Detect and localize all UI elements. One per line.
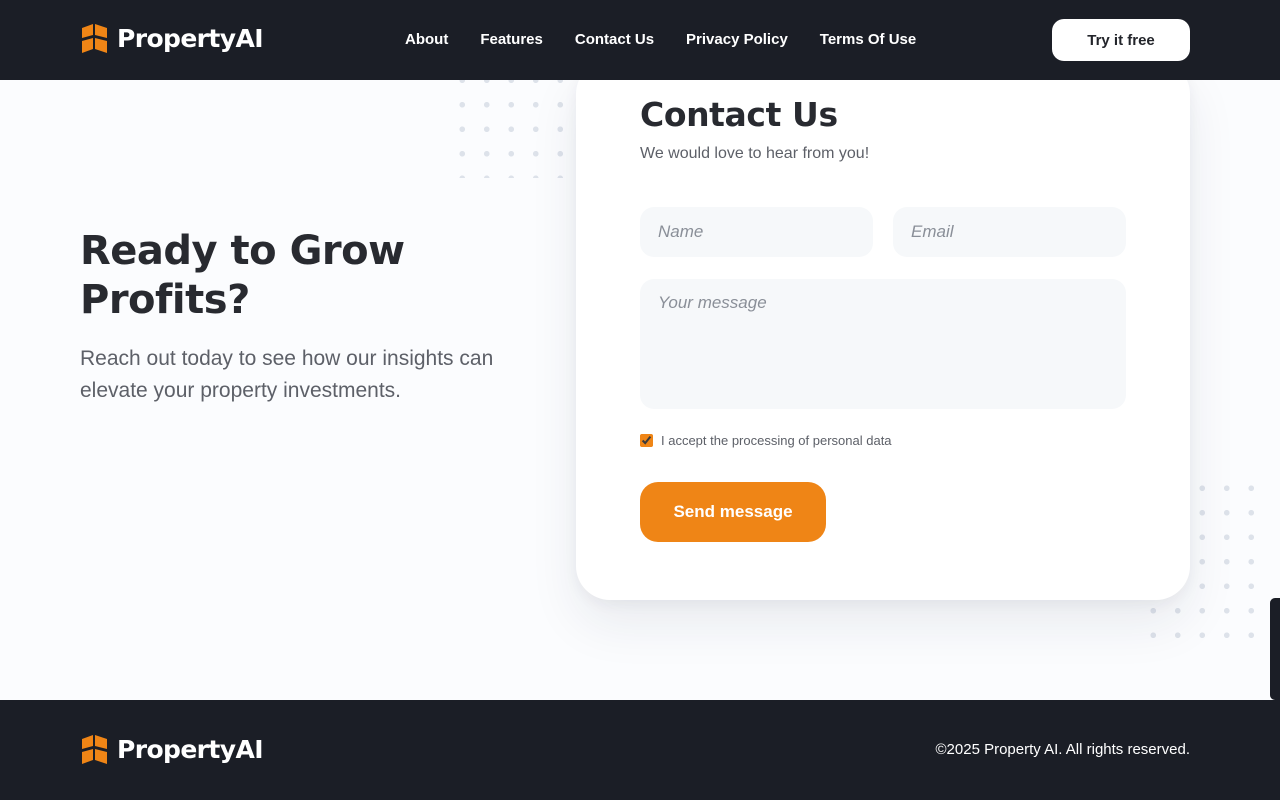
- nav-about[interactable]: About: [405, 31, 448, 48]
- logo-icon: [82, 735, 107, 764]
- consent-label: I accept the processing of personal data: [661, 433, 892, 448]
- consent-row[interactable]: I accept the processing of personal data: [640, 433, 892, 448]
- nav-contact-us[interactable]: Contact Us: [575, 31, 654, 48]
- nav-terms-of-use[interactable]: Terms Of Use: [820, 31, 916, 48]
- hero-title: Ready to Grow Profits?: [80, 228, 405, 323]
- header-logo[interactable]: PropertyAI: [82, 24, 264, 53]
- footer-logo[interactable]: PropertyAI: [82, 735, 264, 764]
- name-input[interactable]: [640, 207, 873, 257]
- message-textarea[interactable]: [640, 279, 1126, 409]
- contact-subtitle: We would love to hear from you!: [640, 145, 870, 162]
- dot-pattern-top: [450, 80, 572, 178]
- nav-privacy-policy[interactable]: Privacy Policy: [686, 31, 788, 48]
- footer-logo-text: PropertyAI: [117, 735, 264, 764]
- nav-features[interactable]: Features: [480, 31, 543, 48]
- logo-text: PropertyAI: [117, 24, 264, 53]
- email-input[interactable]: [893, 207, 1126, 257]
- contact-title: Contact Us: [640, 95, 838, 134]
- site-footer: PropertyAI ©2025 Property AI. All rights…: [0, 700, 1280, 800]
- hero-subtitle: Reach out today to see how our insights …: [80, 347, 494, 402]
- logo-icon: [82, 24, 107, 53]
- send-message-button[interactable]: Send message: [640, 482, 826, 542]
- consent-checkbox[interactable]: [640, 434, 653, 447]
- try-it-free-button[interactable]: Try it free: [1052, 19, 1190, 61]
- contact-form-card: Contact Us We would love to hear from yo…: [576, 60, 1190, 600]
- page-scrollbar-thumb[interactable]: [1270, 598, 1280, 700]
- copyright-text: ©2025 Property AI. All rights reserved.: [935, 741, 1190, 758]
- main-nav: About Features Contact Us Privacy Policy…: [405, 31, 948, 48]
- site-header: PropertyAI About Features Contact Us Pri…: [0, 0, 1280, 80]
